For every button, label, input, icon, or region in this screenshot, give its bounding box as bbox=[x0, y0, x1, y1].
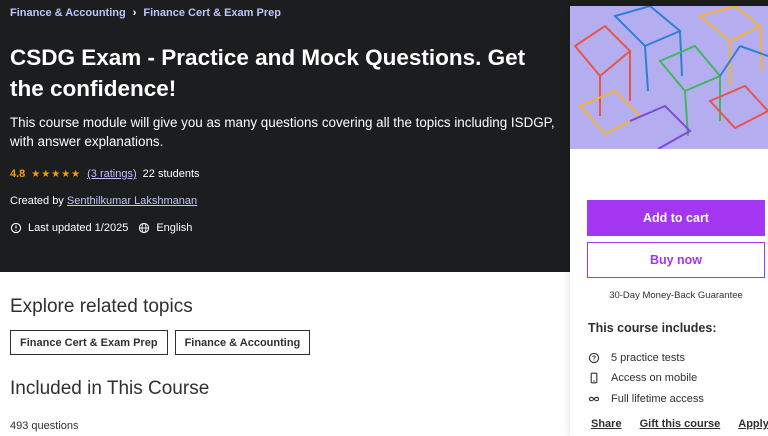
include-item-practice-tests: ? 5 practice tests bbox=[588, 352, 685, 364]
included-title: Included in This Course bbox=[10, 378, 210, 399]
apply-coupon-link[interactable]: Apply Coupon bbox=[738, 418, 768, 430]
ratings-count-link[interactable]: (3 ratings) bbox=[87, 168, 137, 180]
add-to-cart-button[interactable]: Add to cart bbox=[587, 200, 765, 236]
star-rating-icon: ★★★★★ bbox=[31, 168, 82, 180]
globe-icon bbox=[138, 222, 150, 234]
last-updated: Last updated 1/2025 bbox=[28, 222, 129, 234]
buy-now-button[interactable]: Buy now bbox=[587, 242, 765, 278]
created-by: Created by Senthilkumar Lakshmanan bbox=[10, 195, 197, 207]
breadcrumb: Finance & Accounting › Finance Cert & Ex… bbox=[10, 7, 281, 19]
svg-text:?: ? bbox=[592, 355, 596, 362]
gift-course-link[interactable]: Gift this course bbox=[640, 418, 721, 430]
course-landing-page: Finance & Accounting › Finance Cert & Ex… bbox=[0, 0, 768, 436]
money-back-guarantee: 30-Day Money-Back Guarantee bbox=[609, 290, 743, 301]
course-meta: Last updated 1/2025 English bbox=[10, 222, 192, 234]
chevron-right-icon: › bbox=[132, 7, 137, 19]
include-item-lifetime: Full lifetime access bbox=[588, 393, 704, 405]
include-item-mobile: Access on mobile bbox=[588, 372, 697, 384]
instructor-link[interactable]: Senthilkumar Lakshmanan bbox=[67, 195, 197, 207]
questions-count: 493 questions bbox=[10, 420, 79, 432]
course-language: English bbox=[156, 222, 193, 234]
includes-title: This course includes: bbox=[588, 321, 717, 335]
topic-finance-cert-button[interactable]: Finance Cert & Exam Prep bbox=[10, 330, 168, 355]
course-subtitle: This course module will give you as many… bbox=[10, 115, 555, 149]
rating-value: 4.8 bbox=[10, 168, 26, 180]
breadcrumb-item-finance-cert[interactable]: Finance Cert & Exam Prep bbox=[143, 7, 281, 19]
mobile-icon bbox=[588, 372, 600, 384]
course-title: CSDG Exam - Practice and Mock Questions.… bbox=[10, 45, 526, 101]
course-thumbnail-image[interactable] bbox=[570, 6, 768, 149]
include-label: 5 practice tests bbox=[611, 352, 685, 364]
breadcrumb-item-finance-accounting[interactable]: Finance & Accounting bbox=[10, 7, 126, 19]
purchase-sidebar-card: Add to cart Buy now 30-Day Money-Back Gu… bbox=[570, 6, 768, 436]
infinity-icon bbox=[588, 393, 600, 405]
related-topics-list: Finance Cert & Exam Prep Finance & Accou… bbox=[10, 330, 317, 355]
rating-row: 4.8 ★★★★★ (3 ratings) 22 students bbox=[10, 168, 200, 180]
students-count: 22 students bbox=[142, 168, 200, 180]
include-label: Full lifetime access bbox=[611, 393, 704, 405]
sidebar-actions: Share Gift this course Apply Coupon bbox=[591, 418, 768, 430]
question-circle-icon: ? bbox=[588, 352, 600, 364]
created-by-label: Created by bbox=[10, 195, 64, 207]
include-label: Access on mobile bbox=[611, 372, 698, 384]
related-topics-title: Explore related topics bbox=[10, 296, 193, 317]
topic-finance-accounting-button[interactable]: Finance & Accounting bbox=[174, 330, 311, 355]
share-link[interactable]: Share bbox=[591, 418, 622, 430]
alert-badge-icon bbox=[10, 222, 22, 234]
